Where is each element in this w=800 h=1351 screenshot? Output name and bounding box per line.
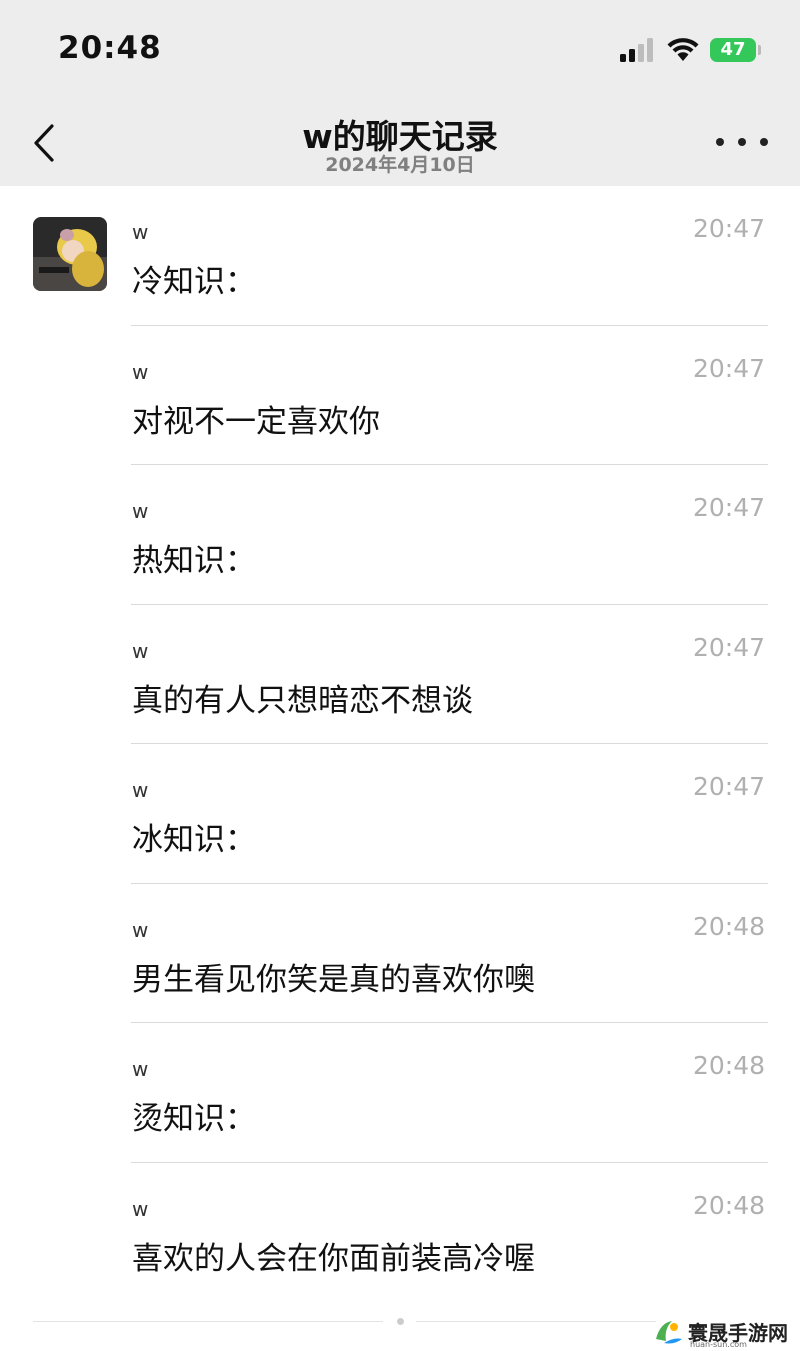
ellipsis-icon-dot	[738, 138, 746, 146]
message-list: w 20:47 冷知识： w 20:47 对视不一定喜欢你 w 20:47 热知…	[0, 186, 800, 1302]
message-text: 冰知识：	[132, 822, 256, 858]
message-text: 喜欢的人会在你面前装高冷喔	[132, 1240, 535, 1277]
message-text: 烫知识：	[132, 1101, 256, 1137]
ellipsis-icon-dot	[716, 138, 724, 146]
message-text: 热知识：	[132, 543, 256, 579]
message-sender: w	[132, 778, 149, 802]
message-sender: w	[132, 359, 149, 384]
ellipsis-icon-dot	[760, 138, 768, 146]
cellular-signal-icon	[620, 38, 653, 62]
wifi-icon	[667, 38, 699, 61]
message-time: 20:47	[692, 353, 765, 383]
message-sender: w	[132, 638, 149, 663]
message-text: 真的有人只想暗恋不想谈	[132, 682, 473, 719]
message-item[interactable]: w 20:47 冷知识：	[0, 186, 800, 326]
message-time: 20:47	[692, 493, 765, 522]
message-time: 20:47	[692, 632, 765, 662]
message-time: 20:47	[692, 214, 765, 243]
message-time: 20:48	[692, 1051, 765, 1080]
bottom-divider	[416, 1321, 656, 1322]
message-item[interactable]: w 20:48 男生看见你笑是真的喜欢你噢	[0, 884, 800, 1023]
message-sender: w	[132, 917, 149, 942]
status-bar: 20:48 47	[0, 0, 800, 100]
watermark-logo-icon	[656, 1321, 682, 1344]
message-sender: w	[132, 499, 149, 523]
message-sender: w	[132, 220, 149, 244]
message-time: 20:48	[692, 911, 765, 941]
message-text: 冷知识：	[132, 264, 256, 300]
page-indicator-dot	[397, 1318, 404, 1325]
message-text: 男生看见你笑是真的喜欢你噢	[132, 961, 535, 998]
message-time: 20:48	[692, 1190, 765, 1220]
more-button[interactable]	[716, 122, 768, 162]
message-item[interactable]: w 20:47 冰知识：	[0, 744, 800, 884]
battery-nub	[758, 45, 761, 55]
message-text: 对视不一定喜欢你	[132, 403, 380, 440]
message-sender: w	[132, 1196, 149, 1221]
battery-charging-icon: 47	[710, 38, 756, 62]
message-item[interactable]: w 20:47 热知识：	[0, 465, 800, 605]
nav-bar: w的聊天记录 2024年4月10日	[0, 100, 800, 186]
status-time: 20:48	[58, 30, 162, 66]
message-item[interactable]: w 20:47 真的有人只想暗恋不想谈	[0, 605, 800, 744]
watermark-url: huan-sun.com	[690, 1340, 747, 1349]
message-item[interactable]: w 20:47 对视不一定喜欢你	[0, 326, 800, 465]
chat-date: 2024年4月10日	[325, 154, 475, 176]
battery-level: 47	[720, 39, 746, 60]
message-item[interactable]: w 20:48 喜欢的人会在你面前装高冷喔	[0, 1163, 800, 1303]
message-item[interactable]: w 20:48 烫知识：	[0, 1023, 800, 1163]
message-sender: w	[132, 1057, 149, 1081]
bottom-divider	[33, 1321, 383, 1322]
message-time: 20:47	[692, 772, 765, 801]
